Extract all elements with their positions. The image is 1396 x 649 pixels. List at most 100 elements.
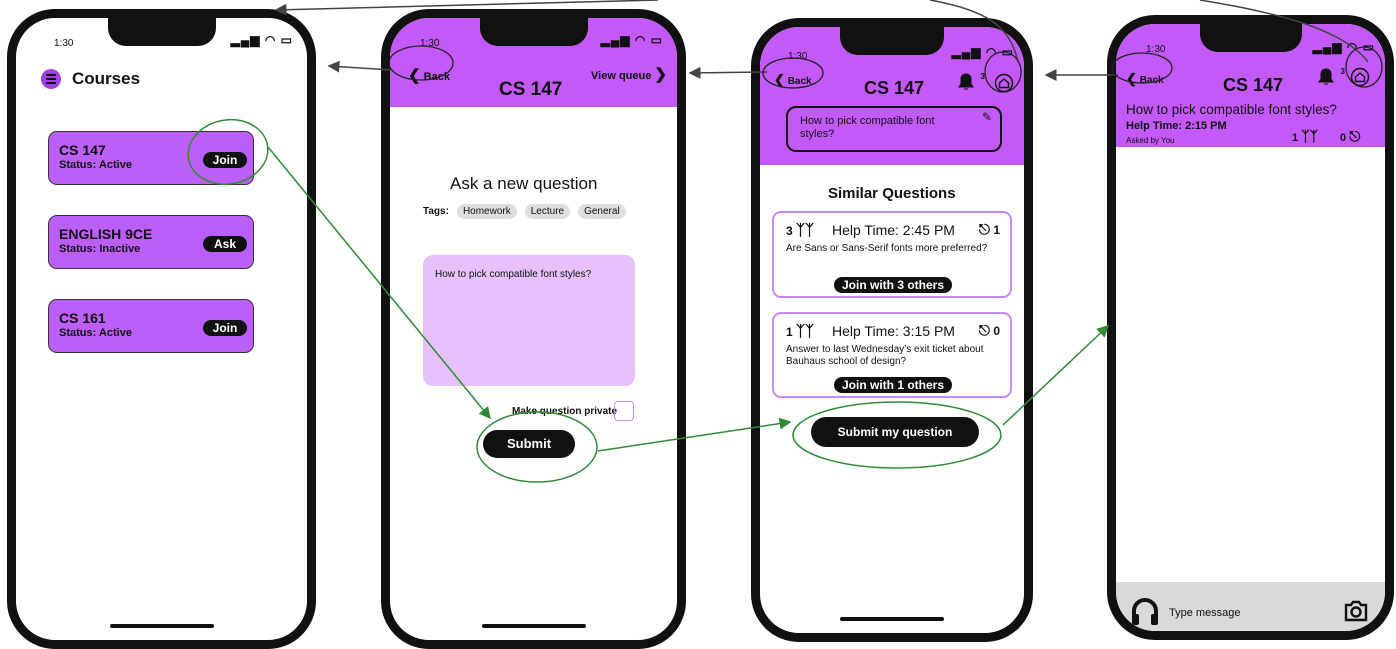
course-name: ENGLISH 9CE bbox=[59, 226, 153, 242]
question-textarea[interactable]: How to pick compatible font styles? bbox=[423, 255, 635, 386]
question-text: How to pick compatible font styles? bbox=[800, 115, 935, 140]
view-queue-link[interactable]: View queue ❯ bbox=[591, 65, 667, 83]
listener-count: 1 bbox=[993, 223, 1000, 237]
similar-heading: Similar Questions bbox=[828, 185, 956, 202]
course-title: CS 147 bbox=[864, 78, 925, 98]
join-button[interactable]: Join bbox=[203, 320, 247, 336]
listeners: ⎋ 1 bbox=[979, 221, 1000, 238]
home-indicator bbox=[840, 617, 944, 621]
headphones-icon: ⎋ bbox=[978, 221, 990, 237]
join-button[interactable]: Join with 1 others bbox=[834, 377, 952, 393]
course-name: CS 147 bbox=[59, 142, 106, 158]
listener-count: 0 ⎋ bbox=[1340, 128, 1360, 145]
group-count: 1 ᛉᛉ bbox=[1292, 128, 1318, 144]
phone-similar-questions: 1:30 ▂▄▆ ◠ ▭ ❮ Back CS 147 3 How to pick… bbox=[751, 18, 1033, 642]
chevron-left-icon: ❮ bbox=[774, 72, 785, 87]
home-indicator bbox=[481, 624, 586, 628]
phone-question-chat: 1:30 ▂▄▆ ◠ ▭ ❮ Back CS 147 3 How to pick… bbox=[1107, 15, 1394, 640]
back-label: Back bbox=[1139, 75, 1164, 86]
view-queue-label: View queue bbox=[591, 70, 652, 82]
status-time: 1:30 bbox=[54, 38, 74, 49]
listener-count: 0 bbox=[993, 324, 1000, 338]
tag-general[interactable]: General bbox=[578, 204, 626, 219]
chevron-left-icon: ❮ bbox=[408, 67, 421, 84]
headphones-icon: ⎋ bbox=[1349, 128, 1361, 144]
group-icon: ᛉᛉ bbox=[1301, 128, 1318, 144]
course-title: CS 147 bbox=[1223, 75, 1284, 95]
question-title: How to pick compatible font styles? bbox=[1126, 102, 1337, 117]
page-title: Courses bbox=[72, 69, 141, 88]
listeners: ⎋ 0 bbox=[979, 322, 1000, 339]
back-label: Back bbox=[423, 71, 450, 83]
phone-ask-question: 1:30 ▂▄▆ ◠ ▭ ❮ Back View queue ❯ CS 147 … bbox=[381, 9, 686, 649]
group-count-value: 3 bbox=[786, 224, 793, 238]
tags-label: Tags: bbox=[423, 206, 449, 217]
phone-notch bbox=[1199, 24, 1302, 52]
group-icon: ᛉᛉ bbox=[796, 323, 815, 340]
back-button[interactable]: ❮ Back bbox=[774, 72, 812, 88]
similar-question-card[interactable]: 1 ᛉᛉ Help Time: 3:15 PM ⎋ 0 Answer to la… bbox=[772, 312, 1012, 398]
back-button[interactable]: ❮ Back bbox=[408, 66, 450, 84]
home-icon[interactable] bbox=[994, 73, 1014, 93]
status-time: 1:30 bbox=[1146, 44, 1166, 55]
course-name: CS 161 bbox=[59, 310, 106, 326]
headphones-icon[interactable] bbox=[1130, 596, 1160, 628]
menu-icon[interactable] bbox=[41, 69, 61, 89]
listener-count-value: 0 bbox=[1340, 132, 1347, 144]
course-status: Status: Active bbox=[59, 159, 132, 171]
back-button[interactable]: ❮ Back bbox=[1126, 71, 1164, 87]
help-time: Help Time: 2:15 PM bbox=[1126, 120, 1227, 132]
phone-notch bbox=[840, 27, 944, 55]
tags-row: Tags: Homework Lecture General bbox=[423, 204, 626, 219]
notification-count: 3 bbox=[1340, 67, 1345, 76]
phone-notch bbox=[479, 18, 588, 46]
private-label: Make question private bbox=[512, 406, 618, 417]
camera-icon[interactable] bbox=[1343, 599, 1369, 623]
course-status: Status: Active bbox=[59, 327, 132, 339]
phone-notch bbox=[107, 18, 216, 46]
help-time: Help Time: 3:15 PM bbox=[832, 323, 955, 339]
join-button[interactable]: Join bbox=[203, 152, 247, 168]
help-time: Help Time: 2:45 PM bbox=[832, 222, 955, 238]
group-icon: ᛉᛉ bbox=[796, 222, 815, 239]
status-time: 1:30 bbox=[420, 38, 440, 49]
course-status: Status: Inactive bbox=[59, 243, 141, 255]
question-text: How to pick compatible font styles? bbox=[435, 269, 592, 280]
question-text: Answer to last Wednesday’s exit ticket a… bbox=[786, 344, 984, 367]
course-card-english9ce[interactable]: ENGLISH 9CE Status: Inactive Ask bbox=[48, 215, 254, 269]
group-count-value: 1 bbox=[1292, 132, 1299, 144]
similar-question-card[interactable]: 3 ᛉᛉ Help Time: 2:45 PM ⎋ 1 Are Sans or … bbox=[772, 211, 1012, 298]
home-icon[interactable] bbox=[1350, 67, 1370, 87]
group-count: 1 ᛉᛉ bbox=[786, 323, 814, 340]
course-title: CS 147 bbox=[499, 79, 563, 100]
message-input[interactable]: Type message bbox=[1169, 607, 1241, 619]
message-bar: Type message bbox=[1116, 582, 1385, 631]
notification-icon[interactable]: 3 bbox=[1316, 67, 1345, 87]
question-field[interactable]: How to pick compatible font styles? ✎ bbox=[786, 106, 1002, 152]
phone-courses: 1:30 ▂▄▆ ◠ ▭ Courses CS 147 Status: Acti… bbox=[7, 9, 316, 649]
pencil-icon[interactable]: ✎ bbox=[982, 111, 992, 124]
submit-button[interactable]: Submit bbox=[483, 430, 575, 458]
tag-lecture[interactable]: Lecture bbox=[524, 204, 571, 219]
course-card-cs161[interactable]: CS 161 Status: Active Join bbox=[48, 299, 254, 353]
course-card-cs147[interactable]: CS 147 Status: Active Join bbox=[48, 131, 254, 185]
notification-icon[interactable]: 3 bbox=[956, 72, 985, 92]
question-text: Are Sans or Sans-Serif fonts more prefer… bbox=[786, 243, 988, 254]
private-checkbox[interactable] bbox=[614, 401, 634, 421]
status-time: 1:30 bbox=[788, 51, 808, 62]
page-heading: Ask a new question bbox=[450, 174, 598, 193]
chevron-left-icon: ❮ bbox=[1126, 71, 1137, 86]
chevron-right-icon: ❯ bbox=[654, 66, 667, 83]
status-icons: ▂▄▆ ◠ ▭ bbox=[951, 45, 1014, 59]
ask-button[interactable]: Ask bbox=[203, 236, 247, 252]
headphones-icon: ⎋ bbox=[978, 322, 990, 338]
status-icons: ▂▄▆ ◠ ▭ bbox=[600, 33, 663, 47]
home-indicator bbox=[109, 624, 214, 628]
join-button[interactable]: Join with 3 others bbox=[834, 277, 952, 293]
status-icons: ▂▄▆ ◠ ▭ bbox=[1312, 40, 1375, 54]
group-count: 3 ᛉᛉ bbox=[786, 222, 814, 239]
status-icons: ▂▄▆ ◠ ▭ bbox=[230, 33, 293, 47]
tag-homework[interactable]: Homework bbox=[456, 204, 517, 219]
submit-question-button[interactable]: Submit my question bbox=[811, 417, 979, 447]
back-label: Back bbox=[787, 76, 812, 87]
